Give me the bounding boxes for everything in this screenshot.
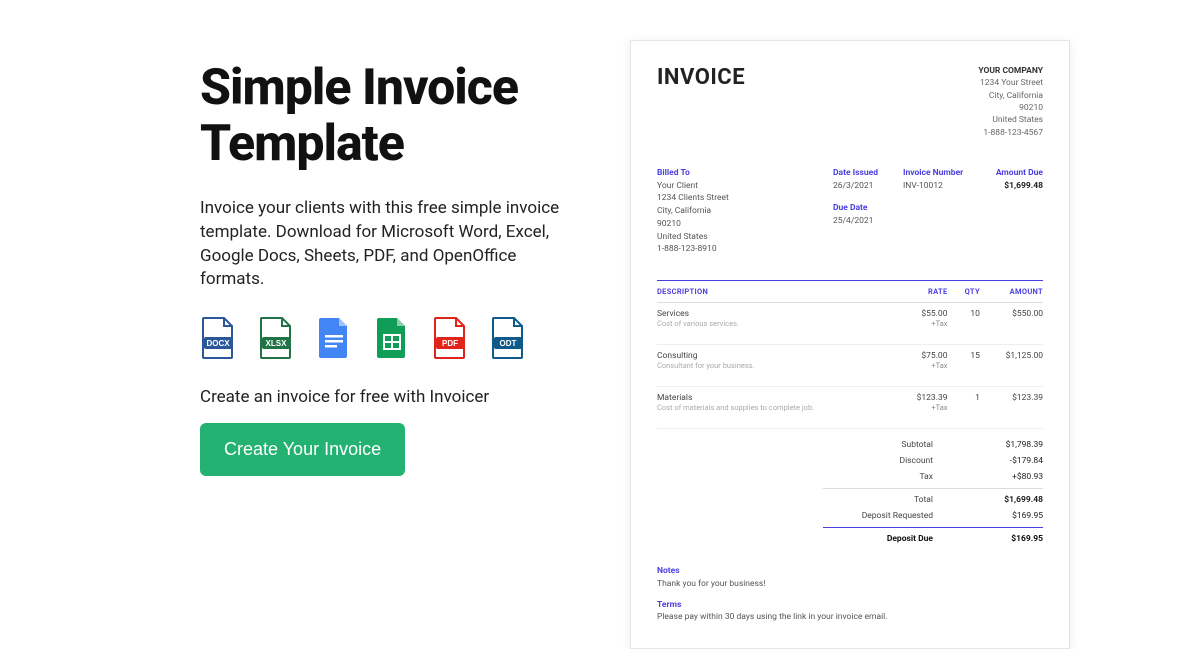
notes-label: Notes — [657, 565, 1043, 578]
client-street: 1234 Clients Street — [657, 192, 833, 205]
table-row: ConsultingConsultant for your business. … — [657, 345, 1043, 373]
company-country: United States — [978, 114, 1043, 126]
page-subtitle: Invoice your clients with this free simp… — [200, 197, 570, 292]
item-note: Consultant for your business. — [657, 361, 893, 370]
discount-value: -$179.84 — [973, 456, 1043, 466]
item-amount: $123.39 — [980, 387, 1043, 415]
item-rate: $75.00 — [901, 351, 947, 361]
notes-text: Thank you for your business! — [657, 578, 1043, 591]
totals-block: Subtotal $1,798.39 Discount -$179.84 Tax +$… — [823, 437, 1043, 547]
item-tax: +Tax — [901, 319, 947, 328]
item-note: Cost of materials and supplies to comple… — [657, 403, 893, 412]
discount-label: Discount — [823, 456, 933, 466]
google-sheets-icon[interactable] — [374, 317, 410, 359]
item-name: Services — [657, 309, 893, 319]
invoice-heading: INVOICE — [657, 65, 745, 90]
item-name: Consulting — [657, 351, 893, 361]
item-qty: 15 — [948, 345, 980, 373]
invoice-number-label: Invoice Number — [903, 167, 973, 180]
company-block: YOUR COMPANY 1234 Your Street City, Cali… — [978, 65, 1043, 139]
item-amount: $550.00 — [980, 303, 1043, 331]
client-zip: 90210 — [657, 218, 833, 231]
col-qty: QTY — [948, 281, 980, 303]
tax-label: Tax — [823, 472, 933, 482]
odt-icon[interactable]: ODT — [490, 317, 526, 359]
terms-label: Terms — [657, 599, 1043, 612]
deposit-due-value: $169.95 — [973, 534, 1043, 544]
svg-text:XLSX: XLSX — [266, 339, 288, 348]
terms-text: Please pay within 30 days using the link… — [657, 611, 1043, 624]
table-row: ServicesCost of various services. $55.00… — [657, 303, 1043, 331]
invoice-number-block: Invoice Number INV-10012 — [903, 167, 973, 256]
item-tax: +Tax — [901, 403, 947, 412]
filetype-row: DOCX XLSX PDF ODT — [200, 317, 570, 359]
page-title: Simple Invoice Template — [200, 60, 570, 172]
google-docs-icon[interactable] — [316, 317, 352, 359]
tax-value: +$80.93 — [973, 472, 1043, 482]
col-description: DESCRIPTION — [657, 281, 893, 303]
client-country: United States — [657, 231, 833, 244]
amount-due-label: Amount Due — [973, 167, 1043, 180]
company-zip: 90210 — [978, 102, 1043, 114]
item-amount: $1,125.00 — [980, 345, 1043, 373]
deposit-due-label: Deposit Due — [823, 534, 933, 544]
due-date-label: Due Date — [833, 202, 903, 215]
hero-column: Simple Invoice Template Invoice your cli… — [200, 40, 570, 476]
dates-block: Date Issued 26/3/2021 Due Date 25/4/2021 — [833, 167, 903, 256]
item-tax: +Tax — [901, 361, 947, 370]
notes-block: Notes Thank you for your business! Terms… — [657, 565, 1043, 624]
item-qty: 10 — [948, 303, 980, 331]
billed-to-block: Billed To Your Client 1234 Clients Stree… — [657, 167, 833, 256]
amount-due-value: $1,699.48 — [973, 180, 1043, 193]
date-issued-label: Date Issued — [833, 167, 903, 180]
pdf-icon[interactable]: PDF — [432, 317, 468, 359]
invoice-number-value: INV-10012 — [903, 180, 973, 193]
total-value: $1,699.48 — [973, 495, 1043, 505]
col-amount: AMOUNT — [980, 281, 1043, 303]
item-name: Materials — [657, 393, 893, 403]
company-city: City, California — [978, 90, 1043, 102]
item-qty: 1 — [948, 387, 980, 415]
line-items-table: DESCRIPTION RATE QTY AMOUNT ServicesCost… — [657, 280, 1043, 429]
billed-to-label: Billed To — [657, 167, 833, 180]
invoice-preview: INVOICE YOUR COMPANY 1234 Your Street Ci… — [630, 40, 1070, 649]
col-rate: RATE — [893, 281, 947, 303]
date-issued-value: 26/3/2021 — [833, 180, 903, 193]
company-street: 1234 Your Street — [978, 77, 1043, 89]
client-phone: 1-888-123-8910 — [657, 243, 833, 256]
subtotal-label: Subtotal — [823, 440, 933, 450]
deposit-req-label: Deposit Requested — [823, 511, 933, 521]
table-row: MaterialsCost of materials and supplies … — [657, 387, 1043, 415]
create-invoice-button[interactable]: Create Your Invoice — [200, 423, 405, 476]
item-rate: $123.39 — [901, 393, 947, 403]
item-rate: $55.00 — [901, 309, 947, 319]
client-name: Your Client — [657, 180, 833, 193]
client-city: City, California — [657, 205, 833, 218]
caption: Create an invoice for free with Invoicer — [200, 387, 570, 407]
deposit-req-value: $169.95 — [973, 511, 1043, 521]
item-note: Cost of various services. — [657, 319, 893, 328]
company-phone: 1-888-123-4567 — [978, 127, 1043, 139]
svg-text:PDF: PDF — [442, 339, 458, 348]
docx-icon[interactable]: DOCX — [200, 317, 236, 359]
xlsx-icon[interactable]: XLSX — [258, 317, 294, 359]
company-name: YOUR COMPANY — [978, 65, 1043, 77]
total-label: Total — [823, 495, 933, 505]
subtotal-value: $1,798.39 — [973, 440, 1043, 450]
due-date-value: 25/4/2021 — [833, 215, 903, 228]
svg-text:ODT: ODT — [500, 339, 517, 348]
amount-due-block: Amount Due $1,699.48 — [973, 167, 1043, 256]
svg-text:DOCX: DOCX — [206, 339, 230, 348]
